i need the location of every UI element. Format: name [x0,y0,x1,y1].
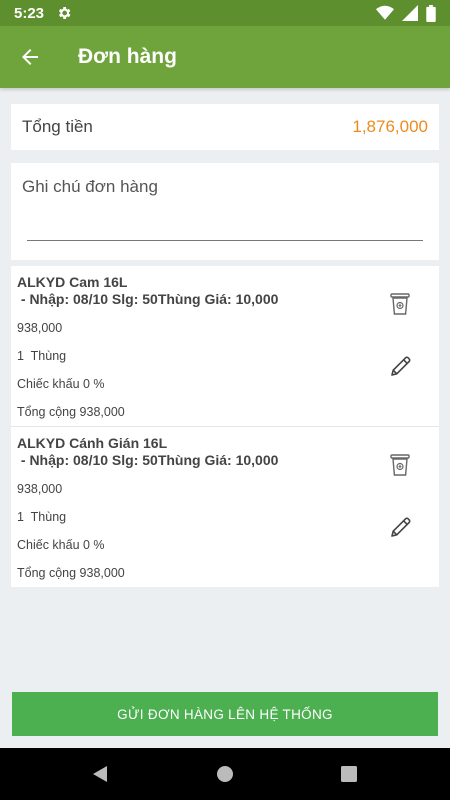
arrow-left-icon[interactable] [18,45,42,69]
page-title: Đơn hàng [78,45,177,68]
gear-icon [58,7,71,19]
back-triangle-icon[interactable] [88,762,112,786]
list-item: ALKYD Cam 16L - Nhập: 08/10 Slg: 50Thùng… [11,266,439,426]
trash-icon[interactable] [389,453,411,477]
trash-icon[interactable] [389,292,411,316]
item-quantity: 1 Thùng [17,510,67,524]
total-label: Tổng tiền [22,117,93,136]
home-circle-icon[interactable] [213,762,237,786]
item-price: 938,000 [17,321,63,335]
total-card: Tổng tiền 1,876,000 [11,104,439,150]
battery-icon [426,4,436,22]
item-detail: - Nhập: 08/10 Slg: 50Thùng Giá: 10,000 [17,291,279,307]
item-discount: Chiếc khấu 0 % [17,538,105,552]
item-name: ALKYD Cánh Gián 16L [17,435,168,451]
status-time: 5:23 [14,4,45,22]
navigation-bar [0,748,450,800]
order-items-list: ALKYD Cam 16L - Nhập: 08/10 Slg: 50Thùng… [11,266,439,587]
pencil-icon[interactable] [389,354,413,378]
item-detail: - Nhập: 08/10 Slg: 50Thùng Giá: 10,000 [17,452,279,468]
item-subtotal: Tổng cộng 938,000 [17,405,125,419]
note-card [11,163,439,260]
note-input-underline [27,240,423,241]
item-discount: Chiếc khấu 0 % [17,377,105,391]
item-price: 938,000 [17,482,63,496]
item-quantity: 1 Thùng [17,349,67,363]
wifi-icon [376,5,394,20]
order-note-input[interactable] [22,177,428,197]
app-bar: Đơn hàng [0,26,450,88]
signal-icon [402,5,418,21]
item-subtotal: Tổng cộng 938,000 [17,566,125,580]
list-item: ALKYD Cánh Gián 16L - Nhập: 08/10 Slg: 5… [11,426,439,586]
total-value: 1,876,000 [352,117,428,136]
recents-square-icon[interactable] [337,762,361,786]
status-bar: 5:23 [0,0,450,26]
item-name: ALKYD Cam 16L [17,274,128,290]
submit-order-button[interactable]: GỬI ĐƠN HÀNG LÊN HỆ THỐNG [12,692,438,736]
pencil-icon[interactable] [389,515,413,539]
